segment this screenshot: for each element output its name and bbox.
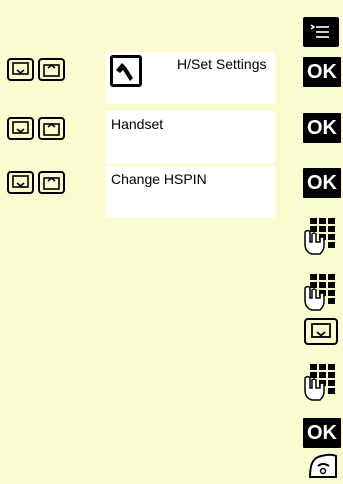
keypad-hand-icon[interactable] [302,362,340,404]
keypad-hand-icon[interactable] [302,216,340,258]
nav-up-key[interactable] [38,171,65,194]
menu-item-label: H/Set Settings [177,56,267,72]
nav-down-key[interactable] [7,117,34,140]
ok-button-handset[interactable]: OK [303,113,341,143]
nav-up-key[interactable] [38,58,65,81]
nav-down-key[interactable] [7,58,34,81]
ok-button-settings[interactable]: OK [303,57,341,87]
nav-down-key[interactable] [304,318,338,345]
menu-item-change-pin[interactable]: Change HSPIN [105,166,275,218]
menu-item-handset[interactable]: Handset [105,111,275,163]
nav-down-key[interactable] [7,171,34,194]
ok-button-change-pin[interactable]: OK [303,168,341,198]
menu-item-settings[interactable]: H/Set Settings [105,52,275,104]
end-call-icon[interactable] [306,452,340,479]
menu-item-label: Handset [111,116,164,132]
keypad-hand-icon[interactable] [302,272,340,314]
menu-icon[interactable] [303,17,339,47]
menu-item-label: Change HSPIN [111,171,207,187]
wrench-icon [110,55,142,87]
ok-button-final[interactable]: OK [303,418,341,448]
nav-up-key[interactable] [38,117,65,140]
